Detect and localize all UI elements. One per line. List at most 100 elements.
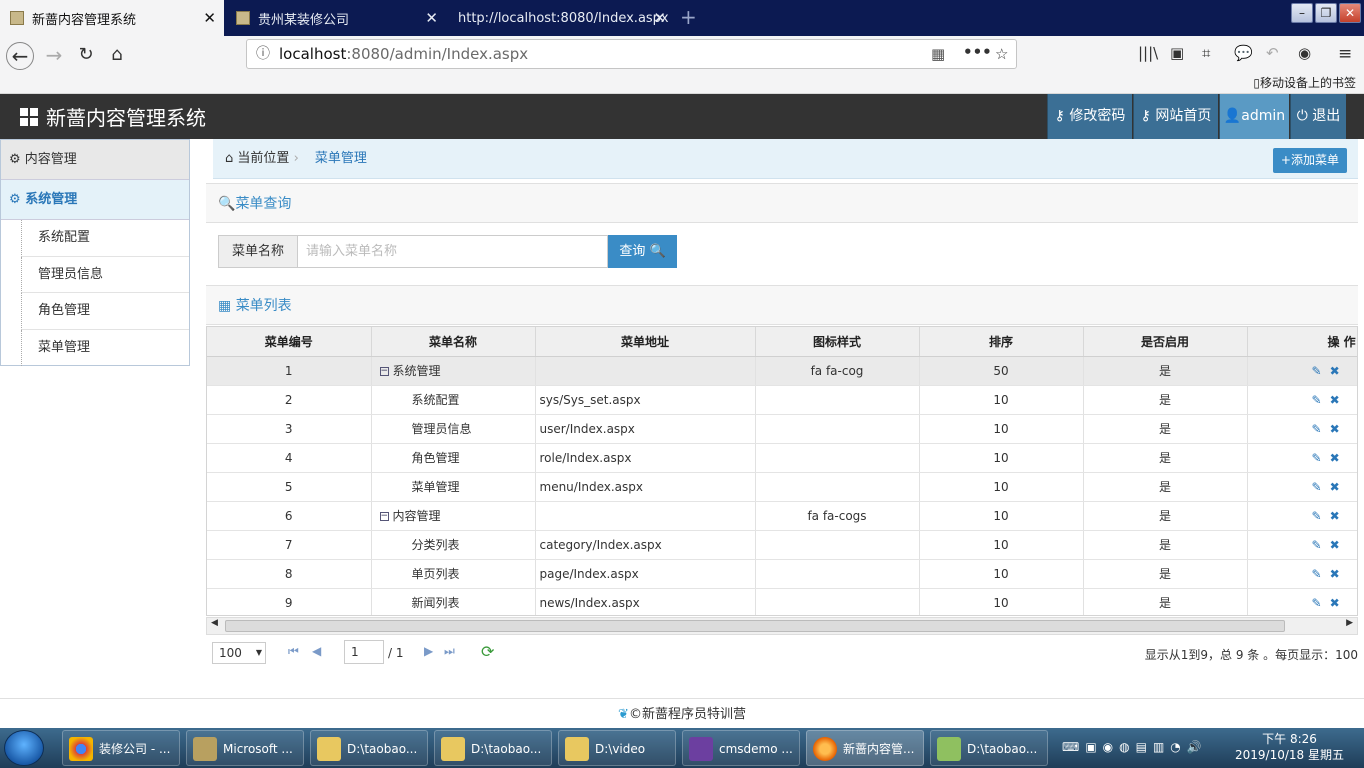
sidebar-item-menu-manage[interactable]: 菜单管理	[21, 329, 189, 366]
edit-icon[interactable]: ✎	[1312, 567, 1322, 581]
page-number-input[interactable]: 1	[344, 640, 384, 664]
column-header[interactable]: 菜单编号	[207, 327, 372, 357]
browser-tab[interactable]: 贵州某装修公司 ✕	[226, 0, 446, 36]
sidebar-icon[interactable]: ▣	[1170, 44, 1184, 62]
delete-icon[interactable]: ✖	[1330, 538, 1340, 552]
column-header[interactable]: 是否启用	[1083, 327, 1248, 357]
menu-name-cell: − 内容管理	[371, 501, 536, 531]
close-tab-icon[interactable]: ✕	[203, 9, 216, 27]
logout-button[interactable]: ⏻ 退出	[1290, 94, 1346, 139]
table-row[interactable]: 7 分类列表 category/Index.aspx 10 是 ✎ ✖	[207, 530, 1357, 560]
taskbar-item-visual-studio[interactable]: cmsdemo ...	[682, 730, 800, 766]
minimize-window-icon[interactable]: –	[1291, 3, 1313, 23]
taskbar-item-editor[interactable]: D:\taobao...	[930, 730, 1048, 766]
browser-tab-active[interactable]: 新蔷内容管理系统 ✕	[0, 0, 224, 36]
site-home-button[interactable]: ⚷ 网站首页	[1133, 94, 1218, 139]
breadcrumb-current[interactable]: 菜单管理	[315, 151, 367, 166]
edit-icon[interactable]: ✎	[1312, 422, 1322, 436]
close-tab-icon[interactable]: ✕	[425, 9, 438, 27]
library-icon[interactable]: |||\	[1138, 44, 1158, 62]
edit-icon[interactable]: ✎	[1312, 364, 1322, 378]
system-tray-icons[interactable]: ⌨▣◉◍▤▥◔🔊	[1062, 740, 1208, 754]
scroll-left-icon[interactable]: ◀	[211, 618, 218, 628]
delete-icon[interactable]: ✖	[1330, 364, 1340, 378]
table-row[interactable]: 9 新闻列表 news/Index.aspx 10 是 ✎ ✖	[207, 588, 1357, 615]
taskbar-item-chrome[interactable]: 装修公司 - ...	[62, 730, 180, 766]
query-button[interactable]: 查询 🔍	[608, 235, 677, 268]
table-row[interactable]: 5 菜单管理 menu/Index.aspx 10 是 ✎ ✖	[207, 472, 1357, 502]
add-menu-button[interactable]: +添加菜单	[1272, 148, 1347, 173]
delete-icon[interactable]: ✖	[1330, 596, 1340, 610]
bookmark-star-icon[interactable]: ☆	[995, 40, 1008, 68]
start-button[interactable]	[4, 730, 44, 766]
taskbar-item-folder[interactable]: D:\taobao...	[434, 730, 552, 766]
qr-code-icon[interactable]: ▦	[931, 40, 945, 68]
close-tab-icon[interactable]: ✕	[653, 9, 666, 27]
page-size-select[interactable]: 100 ▼	[212, 642, 266, 664]
sidebar-item-system-config[interactable]: 系统配置	[21, 220, 189, 257]
mobile-bookmarks[interactable]: ▯移动设备上的书签	[1253, 74, 1356, 91]
table-row[interactable]: 1− 系统管理 fa fa-cog 50 是 ✎ ✖	[207, 356, 1357, 386]
delete-icon[interactable]: ✖	[1330, 422, 1340, 436]
table-row[interactable]: 6− 内容管理 fa fa-cogs 10 是 ✎ ✖	[207, 501, 1357, 531]
table-row[interactable]: 3 管理员信息 user/Index.aspx 10 是 ✎ ✖	[207, 414, 1357, 444]
edit-icon[interactable]: ✎	[1312, 509, 1322, 523]
refresh-icon[interactable]: ⟳	[481, 642, 494, 661]
sidebar-group-content[interactable]: ⚙ 内容管理	[1, 140, 189, 180]
column-header[interactable]: 图标样式	[755, 327, 920, 357]
menu-name-input[interactable]	[297, 235, 608, 268]
collapse-icon[interactable]: −	[379, 512, 389, 521]
info-icon[interactable]: ⓘ	[256, 40, 270, 68]
sidebar-group-system[interactable]: ⚙ 系统管理	[1, 180, 189, 220]
next-page-icon[interactable]: ▶	[424, 644, 433, 658]
undo-icon[interactable]: ↶	[1266, 44, 1279, 62]
address-bar[interactable]: ⓘ localhost:8080/admin/Index.aspx ▦ ••• …	[246, 39, 1017, 69]
column-header[interactable]: 操 作	[1247, 327, 1357, 357]
table-row[interactable]: 4 角色管理 role/Index.aspx 10 是 ✎ ✖	[207, 443, 1357, 473]
taskbar-item-folder[interactable]: D:\video	[558, 730, 676, 766]
account-icon[interactable]: ◉	[1298, 44, 1311, 62]
table-row[interactable]: 2 系统配置 sys/Sys_set.aspx 10 是 ✎ ✖	[207, 385, 1357, 415]
browser-tab[interactable]: http://localhost:8080/Index.aspx ✕	[448, 0, 674, 36]
delete-icon[interactable]: ✖	[1330, 567, 1340, 581]
table-row[interactable]: 8 单页列表 page/Index.aspx 10 是 ✎ ✖	[207, 559, 1357, 589]
column-header[interactable]: 菜单地址	[535, 327, 756, 357]
taskbar-item-microsoft[interactable]: Microsoft ...	[186, 730, 304, 766]
last-page-icon[interactable]: ⏭	[444, 644, 455, 659]
delete-icon[interactable]: ✖	[1330, 451, 1340, 465]
forward-icon[interactable]: →	[40, 42, 68, 70]
edit-icon[interactable]: ✎	[1312, 393, 1322, 407]
home-icon[interactable]: ⌂	[103, 42, 131, 70]
screenshot-icon[interactable]: ⌗	[1202, 44, 1210, 62]
reload-icon[interactable]: ↻	[72, 42, 100, 70]
back-icon[interactable]: ←	[6, 42, 34, 70]
taskbar-clock[interactable]: 下午 8:26 2019/10/18 星期五	[1235, 731, 1344, 763]
scroll-right-icon[interactable]: ▶	[1346, 618, 1353, 628]
horizontal-scrollbar[interactable]: ◀ ▶	[206, 617, 1358, 635]
restore-window-icon[interactable]: ❐	[1315, 3, 1337, 23]
edit-icon[interactable]: ✎	[1312, 451, 1322, 465]
first-page-icon[interactable]: ⏮	[288, 644, 299, 659]
sidebar-item-admin-info[interactable]: 管理员信息	[21, 256, 189, 293]
taskbar-item-firefox[interactable]: 新蔷内容管...	[806, 730, 924, 766]
column-header[interactable]: 菜单名称	[371, 327, 536, 357]
menu-icon[interactable]: ≡	[1338, 44, 1352, 64]
close-window-icon[interactable]: ✕	[1339, 3, 1361, 23]
column-header[interactable]: 排序	[919, 327, 1084, 357]
prev-page-icon[interactable]: ◀	[312, 644, 321, 658]
delete-icon[interactable]: ✖	[1330, 509, 1340, 523]
scrollbar-thumb[interactable]	[225, 620, 1285, 632]
delete-icon[interactable]: ✖	[1330, 393, 1340, 407]
delete-icon[interactable]: ✖	[1330, 480, 1340, 494]
collapse-icon[interactable]: −	[379, 367, 389, 376]
chat-icon[interactable]: 💬	[1234, 44, 1253, 62]
user-button[interactable]: 👤admin	[1219, 94, 1289, 139]
edit-icon[interactable]: ✎	[1312, 480, 1322, 494]
page-actions-icon[interactable]: •••	[963, 38, 992, 66]
edit-icon[interactable]: ✎	[1312, 538, 1322, 552]
edit-icon[interactable]: ✎	[1312, 596, 1322, 610]
new-tab-icon[interactable]: +	[680, 5, 697, 29]
change-password-button[interactable]: ⚷ 修改密码	[1047, 94, 1132, 139]
sidebar-item-role-manage[interactable]: 角色管理	[21, 293, 189, 330]
taskbar-item-folder[interactable]: D:\taobao...	[310, 730, 428, 766]
